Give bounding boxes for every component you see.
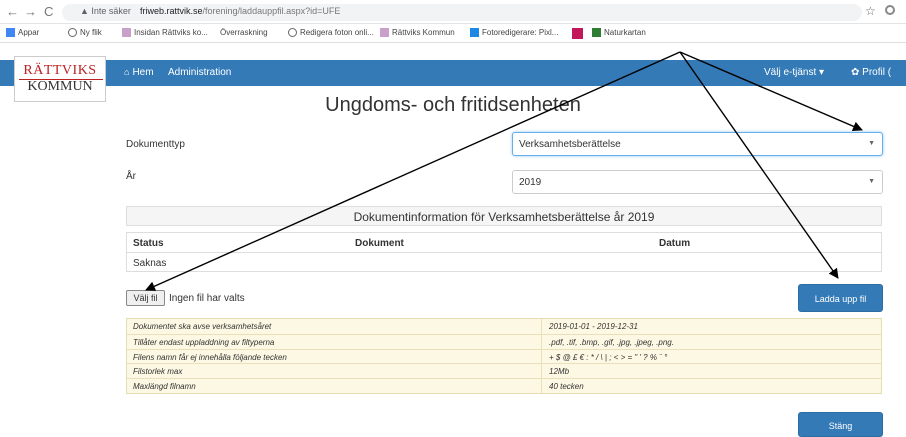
- globe-icon: [68, 28, 77, 37]
- bookmark-s[interactable]: [572, 28, 586, 39]
- rule-divider: [541, 334, 542, 349]
- extension-icon[interactable]: [885, 5, 895, 15]
- rule-value: .pdf, .tif, .bmp, .gif, .jpg, .jpeg, .pn…: [549, 337, 674, 347]
- bookmark-new-tab[interactable]: Ny flik: [68, 28, 102, 37]
- header-status: Status: [133, 238, 164, 249]
- header-date: Datum: [659, 238, 691, 249]
- table-header-row: Status Dokument Datum: [127, 233, 881, 252]
- nav-profile[interactable]: ✿ Profil (: [851, 67, 891, 78]
- page-title: Ungdoms- och fritidsenheten: [325, 94, 581, 116]
- flag-icon: [592, 28, 601, 37]
- url-text: friweb.rattvik.se/forening/laddauppfil.a…: [140, 6, 340, 16]
- rules-table: Dokumentet ska avse verksamhetsåret 2019-…: [126, 318, 882, 394]
- doc-type-label: Dokumenttyp: [126, 139, 185, 150]
- photo-editor-icon: [470, 28, 479, 37]
- browser-address-bar: ← → C ▲ Inte säker friweb.rattvik.se/for…: [0, 0, 906, 24]
- rule-divider: [541, 379, 542, 393]
- bookmark-overraskning[interactable]: Överraskning: [220, 28, 268, 37]
- rule-value: + $ @ £ € : * / \ | ; < > = " ' ? % ¨ °: [549, 352, 668, 362]
- year-select[interactable]: 2019 ▼: [512, 170, 883, 194]
- bookmark-insidan[interactable]: Insidan Rättviks ko...: [122, 28, 208, 37]
- bookmark-rattvik[interactable]: Rättviks Kommun: [380, 28, 455, 37]
- camera-icon: [288, 28, 297, 37]
- file-status: Ingen fil har valts: [169, 293, 245, 304]
- bookmark-fotoredigerare[interactable]: Fotoredigerare: Pixl...: [470, 28, 558, 37]
- apps-grid-icon: [6, 28, 15, 37]
- bookmarks-bar: Appar Ny flik Insidan Rättviks ko... Öve…: [0, 24, 906, 43]
- site-icon: [380, 28, 389, 37]
- bookmark-star-icon[interactable]: ☆: [865, 4, 876, 18]
- rule-value: 40 tecken: [549, 382, 584, 392]
- rule-row: Tillåter endast uppladdning av filtypern…: [127, 333, 881, 349]
- info-heading: Dokumentinformation för Verksamhetsberät…: [126, 206, 882, 226]
- choose-file-button[interactable]: Välj fil: [126, 290, 165, 306]
- upload-button[interactable]: Ladda upp fil: [798, 284, 883, 312]
- rule-divider: [541, 319, 542, 334]
- close-button[interactable]: Stäng: [798, 412, 883, 437]
- url-path: /forening/laddauppfil.aspx?id=UFE: [202, 6, 341, 16]
- status-cell: Saknas: [133, 258, 167, 269]
- nav-administration[interactable]: Administration: [168, 67, 231, 78]
- rule-divider: [541, 349, 542, 364]
- reload-button[interactable]: C: [44, 4, 53, 19]
- logo-text-top: RÄTTVIKS: [23, 63, 97, 78]
- back-button[interactable]: ←: [6, 4, 19, 19]
- rule-key: Filstorlek max: [133, 367, 183, 377]
- document-table: Status Dokument Datum Saknas: [126, 232, 882, 272]
- url-host: friweb.rattvik.se: [140, 6, 203, 16]
- table-row: Saknas: [127, 252, 881, 271]
- forward-button[interactable]: →: [24, 4, 37, 19]
- site-icon: [122, 28, 131, 37]
- doc-type-value: Verksamhetsberättelse: [519, 139, 621, 150]
- logo-text-bottom: KOMMUN: [27, 79, 93, 94]
- security-indicator[interactable]: ▲ Inte säker: [80, 6, 131, 16]
- header-document: Dokument: [355, 238, 404, 249]
- bookmark-apps[interactable]: Appar: [6, 28, 39, 37]
- chevron-down-icon: ▼: [868, 140, 875, 147]
- screenshot: ← → C ▲ Inte säker friweb.rattvik.se/for…: [0, 0, 906, 437]
- doc-type-select[interactable]: Verksamhetsberättelse ▼: [512, 132, 883, 156]
- rule-value: 12Mb: [549, 367, 570, 377]
- nav-home[interactable]: ⌂ Hem: [124, 67, 154, 78]
- bookmark-redigera[interactable]: Redigera foton onli...: [288, 28, 374, 37]
- year-label: År: [126, 171, 136, 182]
- rule-key: Tillåter endast uppladdning av filtypern…: [133, 337, 275, 347]
- rule-row: Dokumentet ska avse verksamhetsåret 2019-…: [127, 319, 881, 334]
- chevron-down-icon: ▼: [868, 178, 875, 185]
- rule-value: 2019-01-01 - 2019-12-31: [549, 322, 638, 331]
- rule-row: Filstorlek max 12Mb: [127, 363, 881, 379]
- bookmark-naturkartan[interactable]: Naturkartan: [592, 28, 646, 37]
- rule-row: Maxlängd filnamn 40 tecken: [127, 378, 881, 393]
- s-icon: [572, 28, 583, 39]
- rule-divider: [541, 364, 542, 379]
- year-value: 2019: [519, 177, 542, 188]
- home-icon: ⌂: [124, 67, 130, 77]
- rule-key: Maxlängd filnamn: [133, 382, 196, 392]
- rule-row: Filens namn får ej innehålla följande te…: [127, 348, 881, 364]
- nav-service-dropdown[interactable]: Välj e-tjänst ▾: [764, 67, 824, 78]
- rule-key: Filens namn får ej innehålla följande te…: [133, 352, 287, 362]
- rule-key: Dokumentet ska avse verksamhetsåret: [133, 322, 272, 331]
